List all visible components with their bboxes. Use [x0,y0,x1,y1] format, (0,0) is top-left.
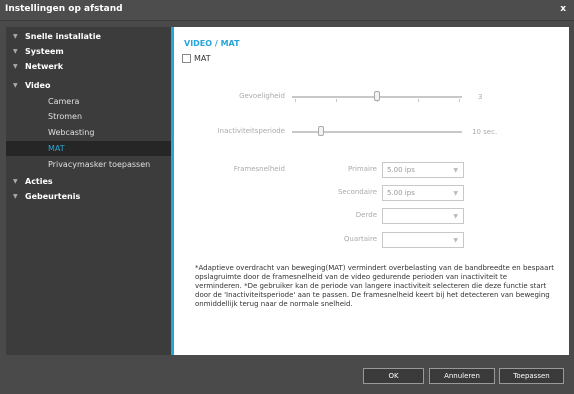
inactivity-unit: sec. [483,128,498,136]
cancel-button[interactable]: Annuleren [429,368,495,384]
title-bar: Instellingen op afstand x [0,0,574,21]
sidebar-item-netwerk[interactable]: ▼ Netwerk [6,59,171,74]
apply-button[interactable]: Toepassen [499,368,564,384]
chevron-down-icon: ▼ [13,82,18,89]
window-title: Instellingen op afstand [5,4,123,14]
chevron-down-icon: ▼ [13,33,18,40]
sidebar-item-label: Camera [48,97,80,106]
sensitivity-tick [459,99,460,102]
ok-button[interactable]: OK [363,368,424,384]
sidebar-item-stromen[interactable]: Stromen [6,109,171,124]
inactivity-slider-thumb[interactable] [317,126,324,136]
sidebar-item-webcasting[interactable]: Webcasting [6,125,171,140]
sensitivity-value: 3 [478,93,483,101]
framerate-primary-label: Primaire [347,165,377,173]
mat-checkbox[interactable] [182,54,191,63]
sidebar-item-label: Acties [25,177,53,186]
chevron-down-icon: ▼ [13,178,18,185]
sensitivity-tick [295,99,296,102]
sensitivity-slider-thumb[interactable] [374,91,380,101]
settings-window: Instellingen op afstand x ▼ Snelle insta… [0,0,574,394]
close-icon[interactable]: x [560,4,566,14]
sidebar-item-label: Systeem [25,47,64,56]
chevron-down-icon: ▼ [453,190,458,197]
chevron-down-icon: ▼ [13,193,18,200]
sidebar-item-systeem[interactable]: ▼ Systeem [6,44,171,59]
sensitivity-tick [336,99,337,102]
sidebar-item-label: Video [25,81,51,90]
sidebar-item-video[interactable]: ▼ Video [6,78,171,93]
chevron-down-icon: ▼ [453,237,458,244]
framerate-secondary-select[interactable]: 5.00 ips ▼ [382,185,464,201]
info-note: *Adaptieve overdracht van beweging(MAT) … [195,264,554,308]
page-title: VIDEO / MAT [184,39,240,48]
framerate-fourth-select[interactable]: ▼ [382,232,464,248]
chevron-down-icon: ▼ [453,167,458,174]
sidebar-item-label: Gebeurtenis [25,192,81,201]
sidebar-item-gebeurtenis[interactable]: ▼ Gebeurtenis [6,189,171,204]
framerate-primary-select[interactable]: 5.00 ips ▼ [382,162,464,178]
select-value: 5.00 ips [387,189,415,197]
sidebar: ▼ Snelle installatie ▼ Systeem ▼ Netwerk… [6,27,171,355]
sidebar-item-label: Privacymasker toepassen [48,160,151,169]
footer-bar: OK Annuleren Toepassen [0,360,574,394]
sidebar-item-mat[interactable]: MAT [6,141,171,156]
main-panel: VIDEO / MAT MAT Gevoeligheid 3 Inactivit… [174,27,569,355]
inactivity-label: Inactiviteitsperiode [217,127,285,135]
inactivity-seconds: 10 [472,128,481,136]
framerate-secondary-label: Secondaire [337,188,377,196]
sidebar-item-snelle-installatie[interactable]: ▼ Snelle installatie [6,29,171,44]
chevron-down-icon: ▼ [453,213,458,220]
framerate-third-select[interactable]: ▼ [382,208,464,224]
inactivity-value: 10 sec. [472,128,497,136]
framerate-fourth-label: Quartaire [343,235,377,243]
sidebar-item-label: Webcasting [48,128,95,137]
sidebar-item-label: MAT [48,144,65,153]
chevron-down-icon: ▼ [13,63,18,70]
sidebar-item-label: Netwerk [25,62,64,71]
sidebar-item-camera[interactable]: Camera [6,94,171,109]
framerate-label: Framesnelheid [233,165,285,173]
chevron-down-icon: ▼ [13,48,18,55]
mat-checkbox-label: MAT [194,54,211,63]
sidebar-item-privacymasker[interactable]: Privacymasker toepassen [6,157,171,172]
framerate-third-label: Derde [355,211,377,219]
sensitivity-tick [418,99,419,102]
select-value: 5.00 ips [387,166,415,174]
sidebar-item-label: Stromen [48,112,83,121]
sidebar-item-label: Snelle installatie [25,32,101,41]
sidebar-item-acties[interactable]: ▼ Acties [6,174,171,189]
sensitivity-label: Gevoeligheid [239,92,285,100]
